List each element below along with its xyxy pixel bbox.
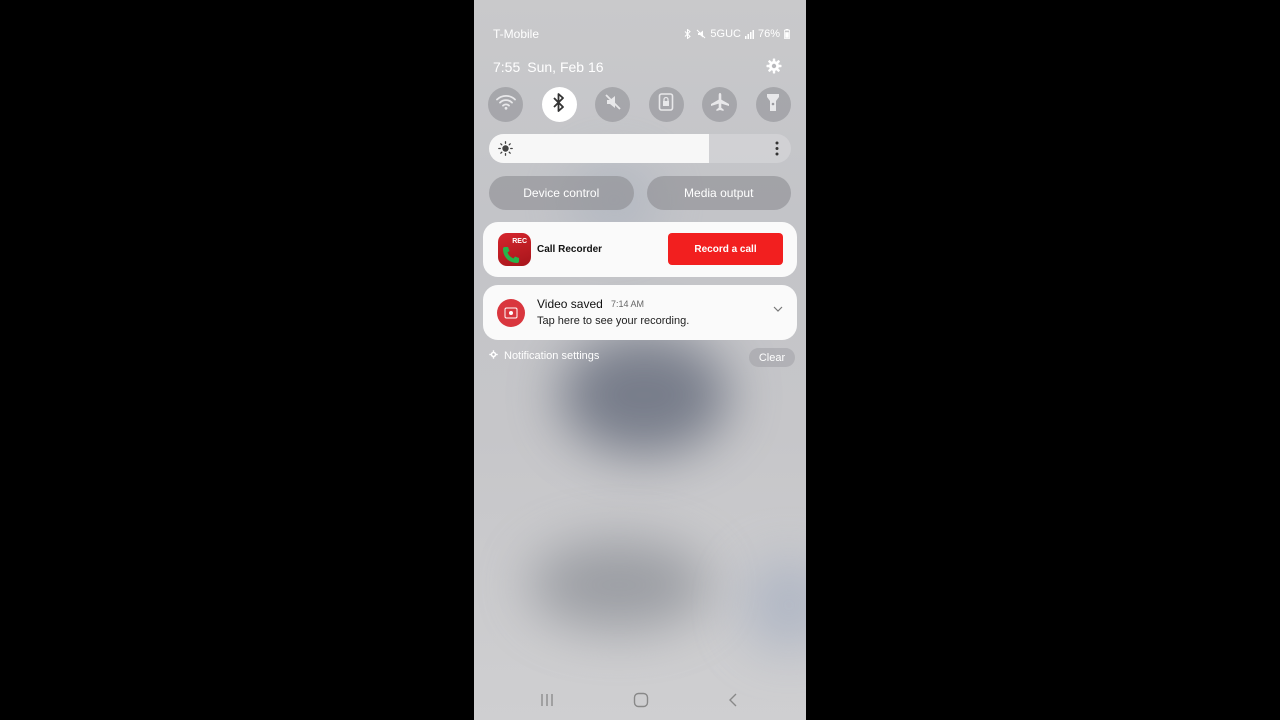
network-type: 5GUC <box>710 28 741 40</box>
wifi-toggle[interactable] <box>488 87 523 122</box>
status-bar: T-Mobile 5GUC 76% <box>493 26 790 42</box>
wallpaper-blur <box>744 560 806 650</box>
call-recorder-title: Call Recorder <box>537 244 603 255</box>
video-saved-notification[interactable]: Video saved 7:14 AM Tap here to see your… <box>483 285 797 340</box>
status-icons: 5GUC 76% <box>684 28 790 40</box>
notification-shade: T-Mobile 5GUC 76% 7:55 Sun, Feb 16 Devic… <box>474 0 806 720</box>
mute-icon <box>604 93 622 116</box>
bluetooth-icon <box>684 29 692 39</box>
notification-settings-label: Notification settings <box>504 350 600 362</box>
screen-record-icon <box>497 299 525 327</box>
call-recorder-app-icon: REC <box>498 233 531 266</box>
panel-buttons: Device control Media output <box>489 176 791 210</box>
quick-settings <box>488 87 791 122</box>
wallpaper-blur <box>529 540 709 630</box>
more-options-icon[interactable] <box>775 141 779 161</box>
recent-apps-icon[interactable] <box>540 692 554 713</box>
phone-icon <box>501 245 521 266</box>
wifi-icon <box>495 94 516 115</box>
back-icon[interactable] <box>728 692 738 713</box>
gear-icon[interactable] <box>766 58 782 77</box>
bluetooth-toggle[interactable] <box>541 87 577 122</box>
battery-percent: 76% <box>757 28 780 40</box>
lock-icon <box>658 93 674 116</box>
carrier-label: T-Mobile <box>493 27 540 41</box>
device-control-button[interactable]: Device control <box>489 176 634 210</box>
clock-time[interactable]: 7:55 <box>493 59 520 75</box>
flashlight-icon <box>766 92 780 117</box>
sun-icon <box>498 141 513 161</box>
flashlight-toggle[interactable] <box>755 87 791 122</box>
rec-badge: REC <box>512 238 527 245</box>
battery-icon <box>784 29 790 39</box>
media-output-button[interactable]: Media output <box>646 176 791 210</box>
chevron-down-icon[interactable] <box>773 299 783 317</box>
notification-time: 7:14 AM <box>611 299 645 309</box>
clear-button[interactable]: Clear <box>749 348 795 367</box>
notification-title: Video saved <box>537 297 603 311</box>
notification-body: Tap here to see your recording. <box>537 315 690 327</box>
mute-icon <box>696 29 706 39</box>
home-icon[interactable] <box>633 692 649 713</box>
brightness-fill <box>489 134 710 163</box>
notification-settings-link[interactable]: Notification settings <box>489 350 599 362</box>
rotation-lock-toggle[interactable] <box>648 87 684 122</box>
clock-row: 7:55 Sun, Feb 16 <box>493 58 782 76</box>
airplane-icon <box>710 92 730 117</box>
navigation-bar <box>474 688 806 712</box>
sound-toggle[interactable] <box>595 87 631 122</box>
brightness-slider[interactable] <box>489 134 791 163</box>
bluetooth-icon <box>552 92 566 117</box>
call-recorder-notification[interactable]: REC Call Recorder Record a call <box>483 222 797 277</box>
record-a-call-button[interactable]: Record a call <box>668 233 783 265</box>
signal-icon <box>744 29 754 39</box>
time-date: 7:55 Sun, Feb 16 <box>493 59 604 75</box>
gear-icon <box>489 350 498 362</box>
clock-date[interactable]: Sun, Feb 16 <box>527 59 603 75</box>
airplane-mode-toggle[interactable] <box>702 87 738 122</box>
